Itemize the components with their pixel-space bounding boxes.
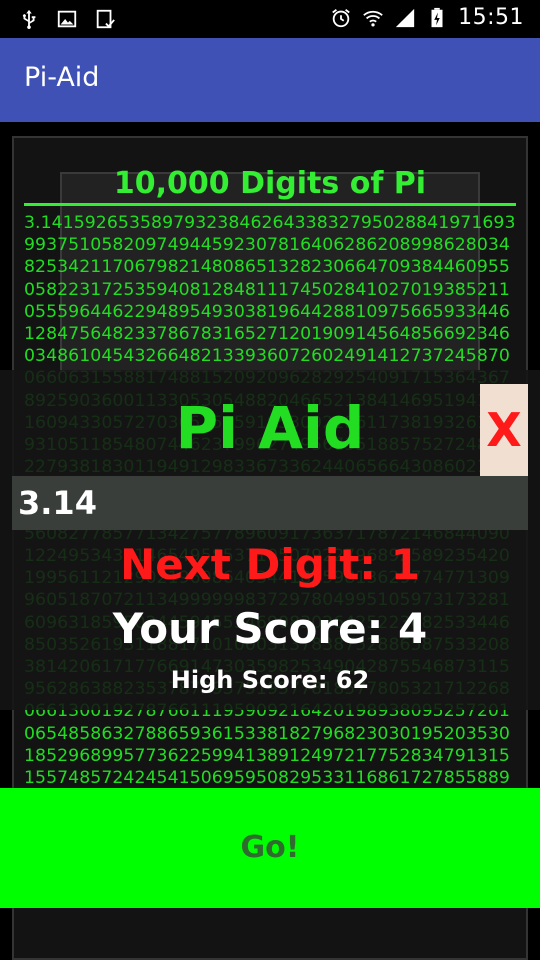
app-bar: Pi-Aid <box>0 38 540 122</box>
pi-digits-title: 10,000 Digits of Pi <box>24 166 516 206</box>
status-time: 15:51 <box>458 5 524 30</box>
usb-icon <box>18 7 40 31</box>
digits-input[interactable] <box>12 476 528 530</box>
next-digit-hint: Next Digit: 1 <box>120 540 420 589</box>
app-title: Pi-Aid <box>24 62 100 93</box>
go-button[interactable]: Go! <box>0 788 540 908</box>
status-icons-left <box>18 7 116 31</box>
clipboard-check-icon <box>94 7 116 31</box>
signal-icon <box>394 6 416 30</box>
battery-charging-icon <box>426 6 448 30</box>
close-button[interactable]: X <box>480 384 528 476</box>
image-icon <box>56 7 78 31</box>
overlay-title: Pi Aid <box>175 394 365 462</box>
status-icons-right: 15:51 <box>330 5 524 30</box>
status-bar: 15:51 <box>0 0 540 38</box>
high-score: High Score: 62 <box>170 666 370 694</box>
alarm-icon <box>330 6 352 30</box>
game-overlay: Pi Aid X Next Digit: 1 Your Score: 4 Hig… <box>0 370 540 710</box>
wifi-icon <box>362 6 384 30</box>
your-score: Your Score: 4 <box>112 604 428 653</box>
